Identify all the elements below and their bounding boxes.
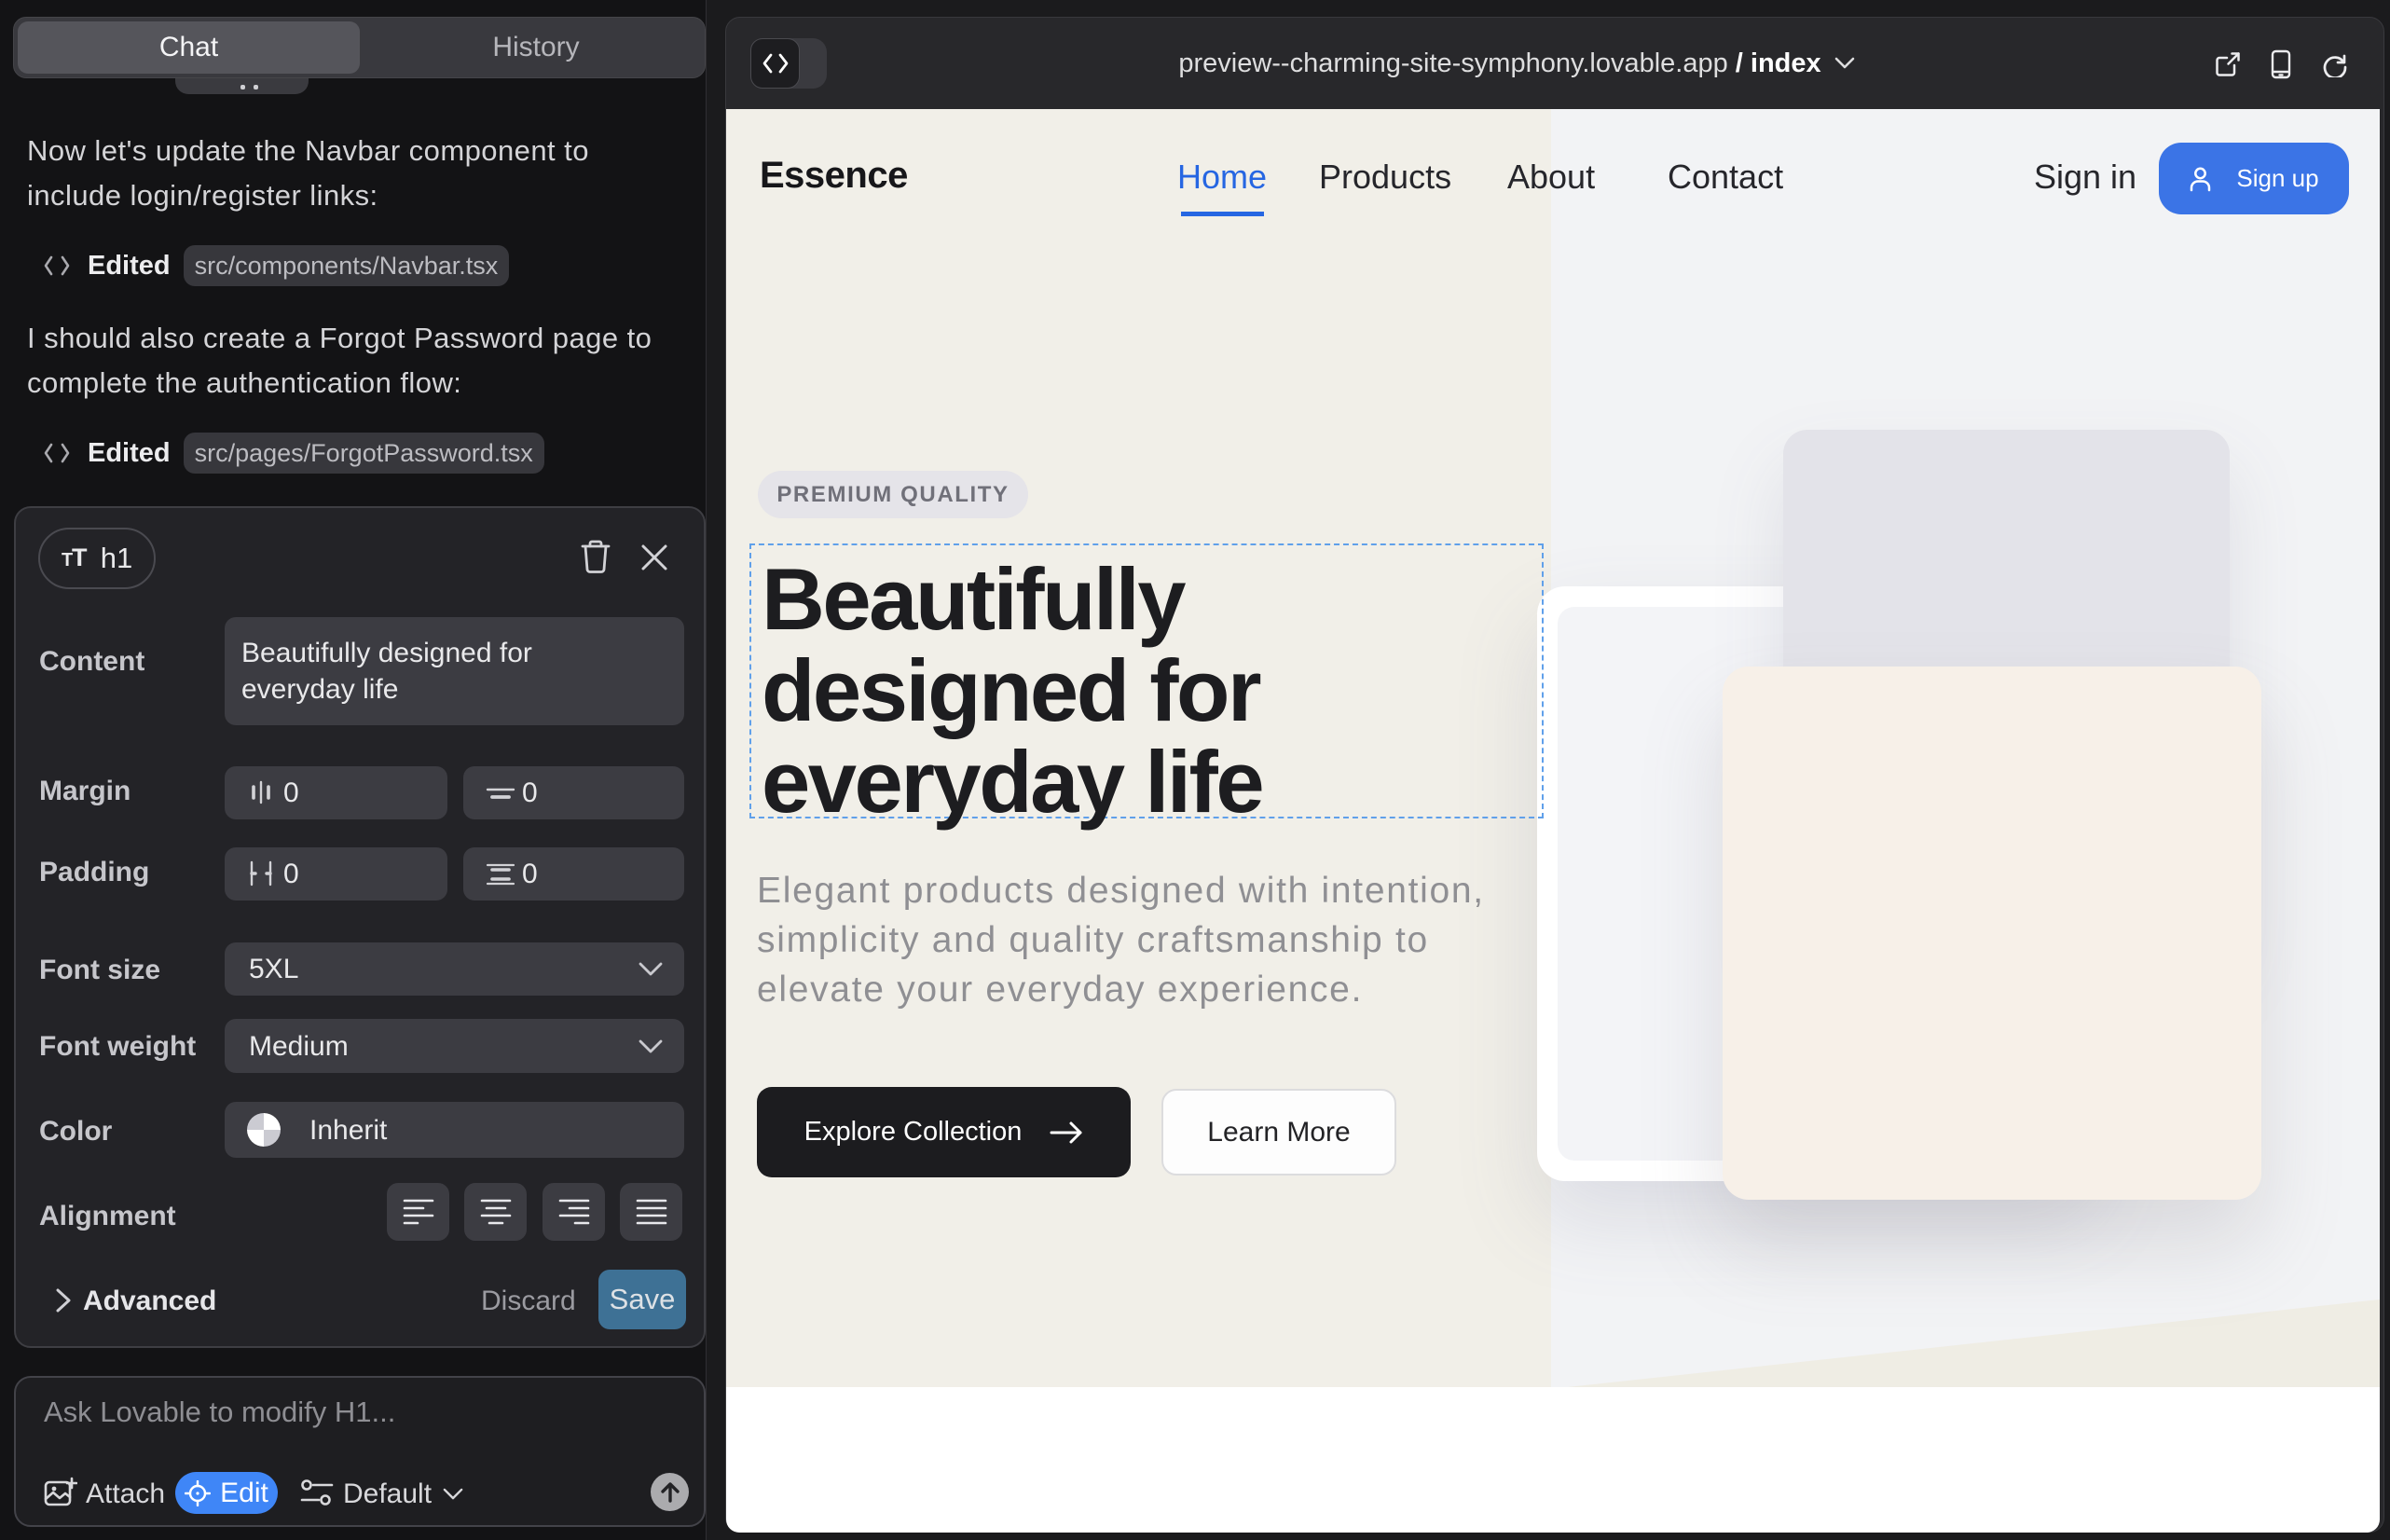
svg-text:T: T: [72, 546, 88, 571]
